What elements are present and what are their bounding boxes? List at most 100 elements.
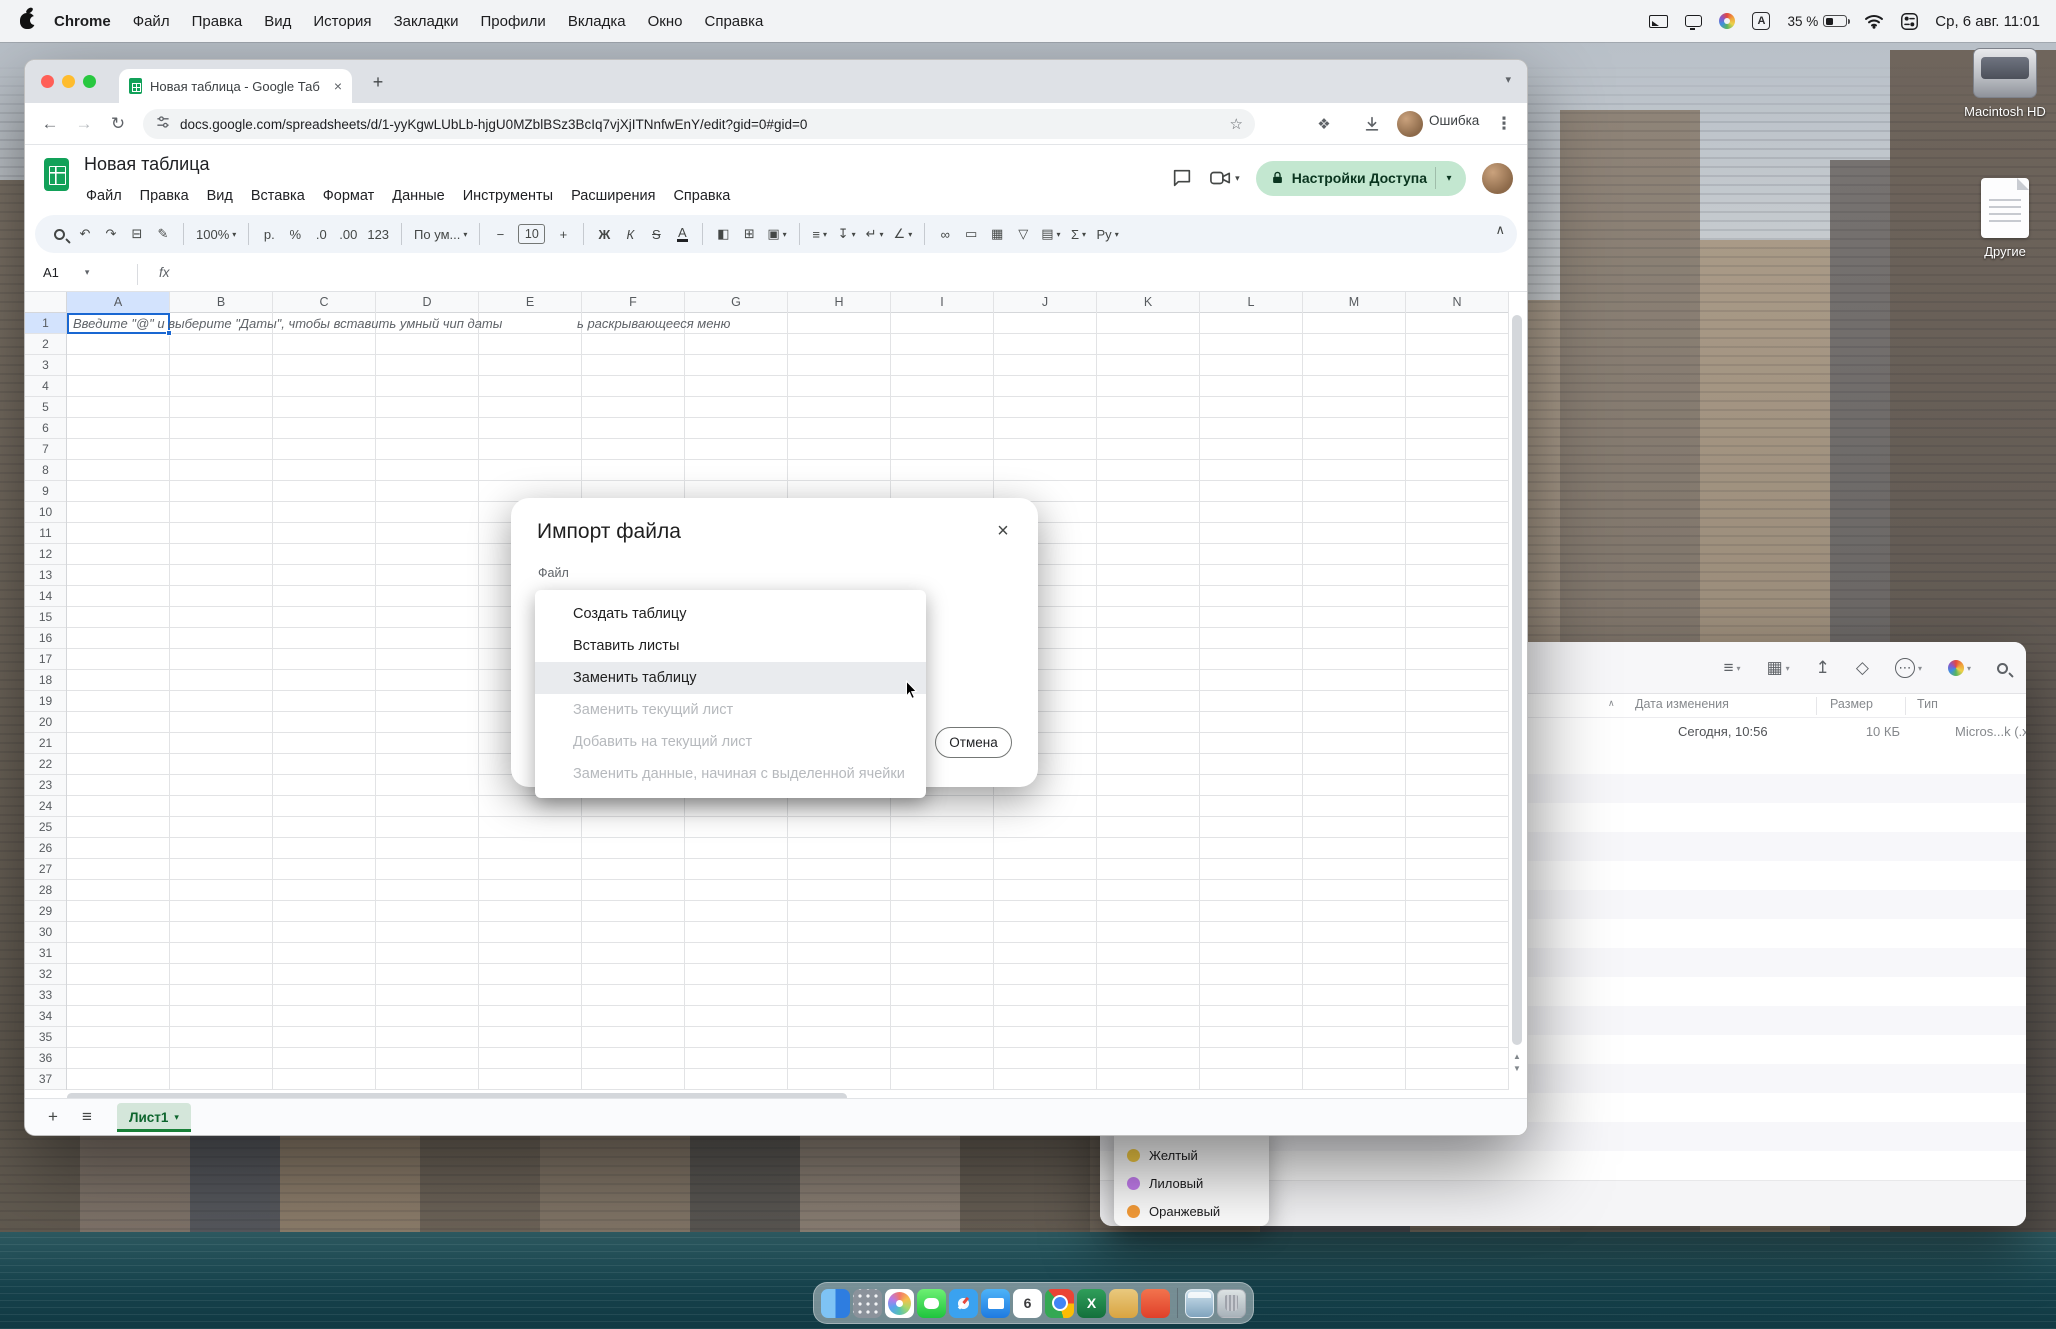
increase-decimals-button[interactable]: .00 — [335, 221, 361, 247]
row-header[interactable]: 37 — [25, 1069, 66, 1090]
column-header[interactable]: B — [170, 292, 273, 313]
row-header[interactable]: 27 — [25, 859, 66, 880]
horizontal-align-icon[interactable]: ≡▾ — [808, 221, 832, 247]
sync-error-chip[interactable]: Ошибка — [1429, 113, 1479, 128]
sheets-menu-item[interactable]: Правка — [131, 185, 198, 207]
import-option[interactable]: Заменить таблицу — [535, 662, 926, 694]
menubar-item[interactable]: Профили — [469, 13, 556, 30]
input-source-icon[interactable]: A — [1752, 12, 1770, 30]
profile-wheel-icon[interactable] — [1719, 13, 1735, 29]
font-select[interactable]: По ум...▾ — [410, 221, 471, 247]
paint-format-icon[interactable]: ✎ — [151, 221, 175, 247]
desktop-icon-other[interactable]: Другие — [1950, 178, 2056, 259]
colors-icon[interactable]: ▾ — [1948, 660, 1971, 676]
row-header[interactable]: 34 — [25, 1006, 66, 1027]
downloads-icon[interactable] — [1359, 111, 1385, 137]
redo-icon[interactable]: ↷ — [99, 221, 123, 247]
row-header[interactable]: 18 — [25, 670, 66, 691]
search-icon[interactable] — [47, 221, 71, 247]
merge-cells-icon[interactable]: ▣▾ — [763, 221, 790, 247]
row-header[interactable]: 32 — [25, 964, 66, 985]
dock-launchpad-icon[interactable] — [853, 1289, 882, 1318]
strikethrough-button[interactable]: S — [644, 221, 668, 247]
comment-history-icon[interactable] — [1171, 167, 1193, 189]
site-settings-icon[interactable] — [155, 114, 171, 135]
sheets-menu-item[interactable]: Инструменты — [454, 185, 562, 207]
menubar-item[interactable]: Вид — [253, 13, 302, 30]
sheets-menu-item[interactable]: Расширения — [562, 185, 664, 207]
row-header[interactable]: 29 — [25, 901, 66, 922]
dock-trash-icon[interactable] — [1217, 1289, 1246, 1318]
undo-icon[interactable]: ↶ — [73, 221, 97, 247]
cancel-button[interactable]: Отмена — [935, 727, 1012, 758]
italic-button[interactable]: К — [618, 221, 642, 247]
import-option[interactable]: Создать таблицу — [535, 598, 926, 630]
share-caret-icon[interactable]: ▾ — [1436, 173, 1462, 184]
vertical-scrollbar[interactable] — [1511, 313, 1523, 1090]
bold-button[interactable]: Ж — [592, 221, 616, 247]
insert-comment-icon[interactable]: ▭ — [959, 221, 983, 247]
add-sheet-icon[interactable]: + — [39, 1103, 67, 1131]
dock-reminders-icon[interactable] — [1141, 1289, 1170, 1318]
desktop-icon-macintosh-hd[interactable]: Macintosh HD — [1950, 48, 2056, 119]
search-icon[interactable] — [1997, 663, 2008, 674]
battery-indicator[interactable]: 35 % — [1787, 14, 1847, 29]
row-header[interactable]: 36 — [25, 1048, 66, 1069]
decrease-decimals-button[interactable]: .0 — [309, 221, 333, 247]
sheets-menu-item[interactable]: Файл — [77, 185, 131, 207]
column-header[interactable]: M — [1303, 292, 1406, 313]
row-header[interactable]: 21 — [25, 733, 66, 754]
back-button[interactable]: ← — [37, 111, 63, 137]
sheets-menu-item[interactable]: Формат — [314, 185, 384, 207]
control-center-icon[interactable] — [1901, 13, 1918, 30]
sheets-menu-item[interactable]: Вид — [198, 185, 242, 207]
insert-link-icon[interactable]: ∞ — [933, 221, 957, 247]
zoom-select[interactable]: 100%▾ — [192, 221, 240, 247]
finder-column-type[interactable]: Тип — [1917, 697, 1938, 711]
list-view-icon[interactable]: ≡▾ — [1724, 658, 1741, 678]
row-header[interactable]: 2 — [25, 334, 66, 355]
all-sheets-icon[interactable]: ≡ — [73, 1103, 101, 1131]
close-window-button[interactable] — [41, 75, 54, 88]
tag-menu-item[interactable]: Оранжевый — [1114, 1197, 1269, 1225]
row-header[interactable]: 7 — [25, 439, 66, 460]
sheets-logo-icon[interactable] — [44, 158, 69, 191]
column-header[interactable]: K — [1097, 292, 1200, 313]
row-header[interactable]: 15 — [25, 607, 66, 628]
row-header[interactable]: 12 — [25, 544, 66, 565]
dock-mail-icon[interactable] — [981, 1289, 1010, 1318]
dock-chrome-icon[interactable] — [1045, 1289, 1074, 1318]
import-option[interactable]: Вставить листы — [535, 630, 926, 662]
tab-close-icon[interactable]: × — [334, 78, 342, 94]
dock-notes-icon[interactable] — [1109, 1289, 1138, 1318]
dock-photos-icon[interactable] — [885, 1289, 914, 1318]
row-header[interactable]: 17 — [25, 649, 66, 670]
extra-menu-button[interactable]: Ру▾ — [1093, 221, 1123, 247]
bookmark-star-icon[interactable]: ☆ — [1230, 115, 1243, 133]
column-header[interactable]: G — [685, 292, 788, 313]
column-header[interactable]: C — [273, 292, 376, 313]
column-header[interactable]: D — [376, 292, 479, 313]
zoom-window-button[interactable] — [83, 75, 96, 88]
select-all-corner[interactable] — [25, 292, 67, 313]
currency-format-button[interactable]: р. — [257, 221, 281, 247]
scroll-down-icon[interactable]: ▼ — [1511, 1064, 1523, 1073]
row-header[interactable]: 33 — [25, 985, 66, 1006]
wifi-icon[interactable] — [1864, 14, 1884, 29]
row-header[interactable]: 8 — [25, 460, 66, 481]
row-header[interactable]: 16 — [25, 628, 66, 649]
tag-menu-item[interactable]: Лиловый — [1114, 1169, 1269, 1197]
sheets-menu-item[interactable]: Данные — [383, 185, 453, 207]
menubar-item[interactable]: Окно — [637, 13, 694, 30]
more-options-icon[interactable]: ⋯▾ — [1895, 658, 1922, 678]
row-header[interactable]: 6 — [25, 418, 66, 439]
dock-finder-icon[interactable] — [821, 1289, 850, 1318]
finder-column-size[interactable]: Размер — [1830, 697, 1873, 711]
row-header[interactable]: 28 — [25, 880, 66, 901]
browser-tab[interactable]: Новая таблица - Google Таб × — [119, 69, 352, 103]
row-header[interactable]: 10 — [25, 502, 66, 523]
new-tab-button[interactable]: + — [366, 70, 390, 94]
dock-window-icon[interactable] — [1185, 1289, 1214, 1318]
row-header[interactable]: 20 — [25, 712, 66, 733]
insert-chart-icon[interactable]: ▦ — [985, 221, 1009, 247]
